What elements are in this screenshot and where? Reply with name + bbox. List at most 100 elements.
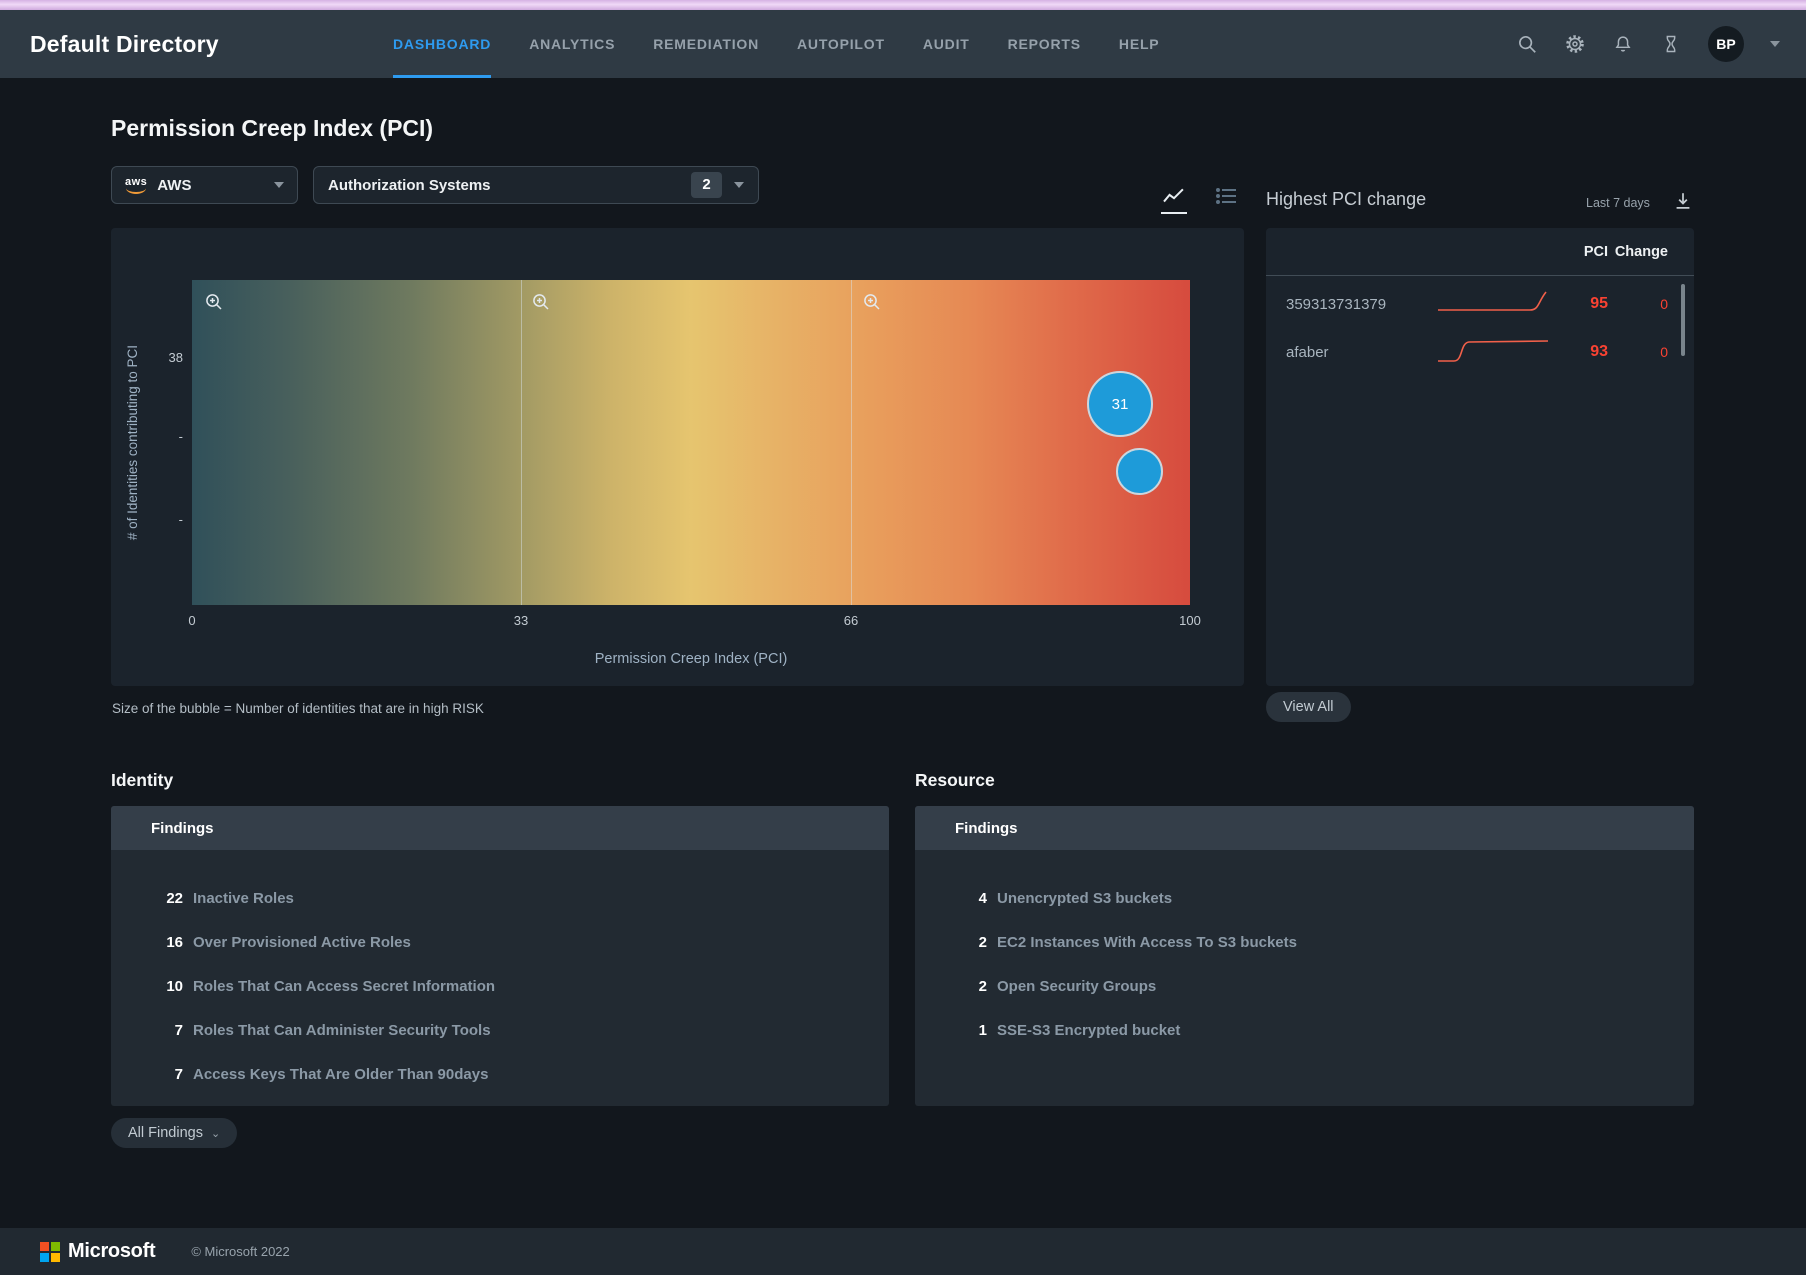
- x-axis-tick: 0: [188, 613, 196, 628]
- finding-label: Roles That Can Access Secret Information: [193, 977, 496, 995]
- authorization-systems-label: Authorization Systems: [328, 176, 491, 194]
- notifications-bell-icon[interactable]: [1612, 33, 1634, 55]
- finding-count: 1: [978, 1021, 987, 1039]
- pci-bubble-chart-card: # of Identities contributing to PCI 38 -…: [111, 228, 1244, 686]
- directory-title: Default Directory: [30, 30, 219, 57]
- finding-count: 22: [166, 889, 183, 907]
- x-axis-label: Permission Creep Index (PCI): [594, 651, 788, 667]
- x-axis-tick: 66: [843, 613, 859, 628]
- browser-accent-strip: [0, 0, 1806, 10]
- nav-audit[interactable]: AUDIT: [923, 10, 970, 78]
- resource-section-title: Resource: [915, 770, 995, 790]
- finding-row[interactable]: 4 Unencrypted S3 buckets: [915, 876, 1694, 920]
- aws-logo-icon: aws: [125, 176, 147, 194]
- app-screen: Default Directory DASHBOARD ANALYTICS RE…: [0, 0, 1806, 1275]
- resource-findings-header: Findings: [915, 806, 1694, 850]
- y-axis-tick: 38: [168, 350, 183, 365]
- header-actions: BP: [1516, 10, 1780, 78]
- nav-remediation[interactable]: REMEDIATION: [653, 10, 759, 78]
- dropdown-chevron-icon: [274, 182, 284, 188]
- bubble-data-point-small[interactable]: [1116, 448, 1163, 495]
- finding-label: Over Provisioned Active Roles: [193, 933, 411, 951]
- resource-findings-card: Findings 4 Unencrypted S3 buckets 2 EC2 …: [915, 806, 1694, 1106]
- hourglass-icon[interactable]: [1660, 33, 1682, 55]
- x-axis-tick: 33: [513, 613, 529, 628]
- highest-pci-change-title: Highest PCI change: [1266, 189, 1427, 209]
- finding-row[interactable]: 7 Access Keys That Are Older Than 90days: [111, 1052, 889, 1096]
- gridline-66: [851, 280, 852, 605]
- avatar-chevron-down-icon[interactable]: [1770, 41, 1780, 47]
- finding-label: EC2 Instances With Access To S3 buckets: [997, 933, 1297, 951]
- table-scrollbar[interactable]: [1681, 284, 1685, 356]
- user-avatar[interactable]: BP: [1708, 26, 1744, 62]
- line-chart-view-icon[interactable]: [1158, 186, 1190, 214]
- all-findings-label: All Findings: [128, 1125, 203, 1141]
- pci-value: 93: [1590, 343, 1608, 360]
- download-icon[interactable]: [1672, 190, 1694, 212]
- finding-row[interactable]: 1 SSE-S3 Encrypted bucket: [915, 1008, 1694, 1052]
- chart-view-toggles: [1158, 186, 1242, 214]
- list-view-icon[interactable]: [1210, 186, 1242, 212]
- bubble-data-point-large[interactable]: 31: [1087, 371, 1153, 437]
- finding-row[interactable]: 10 Roles That Can Access Secret Informat…: [111, 964, 889, 1008]
- finding-label: Inactive Roles: [193, 889, 294, 907]
- finding-row[interactable]: 16 Over Provisioned Active Roles: [111, 920, 889, 964]
- main-nav: DASHBOARD ANALYTICS REMEDIATION AUTOPILO…: [393, 10, 1159, 78]
- finding-count: 7: [174, 1065, 183, 1083]
- pci-table-row[interactable]: afaber 93 0: [1266, 332, 1694, 372]
- highest-pci-change-card: PCI Change 359313731379 95 0 afaber 93 0: [1266, 228, 1694, 686]
- finding-count: 2: [978, 977, 987, 995]
- chevron-down-icon: ⌄: [210, 1127, 221, 1140]
- finding-row[interactable]: 2 Open Security Groups: [915, 964, 1694, 1008]
- pci-trend-sparkline: [1436, 337, 1558, 367]
- resource-findings-list: 4 Unencrypted S3 buckets 2 EC2 Instances…: [915, 850, 1694, 1052]
- finding-row[interactable]: 22 Inactive Roles: [111, 876, 889, 920]
- search-icon[interactable]: [1516, 33, 1538, 55]
- identity-section-title: Identity: [111, 770, 174, 790]
- cloud-provider-dropdown[interactable]: aws AWS: [111, 166, 298, 204]
- top-navigation-bar: Default Directory DASHBOARD ANALYTICS RE…: [0, 10, 1806, 78]
- nav-autopilot[interactable]: AUTOPILOT: [797, 10, 885, 78]
- pci-gradient-plot-area: 31: [192, 280, 1190, 605]
- change-column-header: Change: [1614, 243, 1668, 260]
- pci-column-header: PCI: [1583, 243, 1608, 260]
- pci-table-row[interactable]: 359313731379 95 0: [1266, 284, 1694, 324]
- finding-label: SSE-S3 Encrypted bucket: [997, 1021, 1181, 1039]
- footer: Microsoft © Microsoft 2022: [0, 1228, 1806, 1275]
- y-axis-label: # of Identities contributing to PCI: [125, 344, 140, 541]
- view-all-button[interactable]: View All: [1266, 692, 1351, 722]
- nav-help[interactable]: HELP: [1119, 10, 1160, 78]
- zoom-in-band-mid-icon[interactable]: [531, 292, 551, 312]
- finding-row[interactable]: 2 EC2 Instances With Access To S3 bucket…: [915, 920, 1694, 964]
- finding-count: 7: [174, 1021, 183, 1039]
- x-axis-tick: 100: [1179, 613, 1201, 628]
- identity-findings-header: Findings: [111, 806, 889, 850]
- identity-findings-list: 22 Inactive Roles 16 Over Provisioned Ac…: [111, 850, 889, 1096]
- nav-analytics[interactable]: ANALYTICS: [529, 10, 615, 78]
- finding-label: Unencrypted S3 buckets: [997, 889, 1173, 907]
- dropdown-chevron-icon: [734, 182, 744, 188]
- finding-label: Open Security Groups: [997, 977, 1157, 995]
- pci-change-value: 0: [1660, 296, 1668, 312]
- identity-findings-card: Findings 22 Inactive Roles 16 Over Provi…: [111, 806, 889, 1106]
- bubble-size-caption: Size of the bubble = Number of identitie…: [112, 701, 484, 716]
- cloud-provider-value: AWS: [157, 176, 192, 194]
- finding-count: 2: [978, 933, 987, 951]
- finding-row[interactable]: 7 Roles That Can Administer Security Too…: [111, 1008, 889, 1052]
- nav-dashboard[interactable]: DASHBOARD: [393, 10, 492, 78]
- finding-count: 16: [166, 933, 183, 951]
- settings-gear-icon[interactable]: [1564, 33, 1586, 55]
- gridline-33: [521, 280, 522, 605]
- y-axis-tick: -: [178, 429, 183, 444]
- zoom-in-band-high-icon[interactable]: [862, 292, 882, 312]
- pci-change-value: 0: [1660, 344, 1668, 360]
- page-title: Permission Creep Index (PCI): [111, 115, 434, 141]
- all-findings-button[interactable]: All Findings ⌄: [111, 1118, 238, 1148]
- zoom-in-band-low-icon[interactable]: [204, 292, 224, 312]
- nav-reports[interactable]: REPORTS: [1008, 10, 1081, 78]
- pci-value: 95: [1590, 295, 1608, 312]
- pci-table-header: PCI Change: [1266, 228, 1694, 276]
- authorization-systems-dropdown[interactable]: Authorization Systems 2: [313, 166, 759, 204]
- finding-count: 4: [978, 889, 987, 907]
- view-all-label: View All: [1283, 699, 1334, 715]
